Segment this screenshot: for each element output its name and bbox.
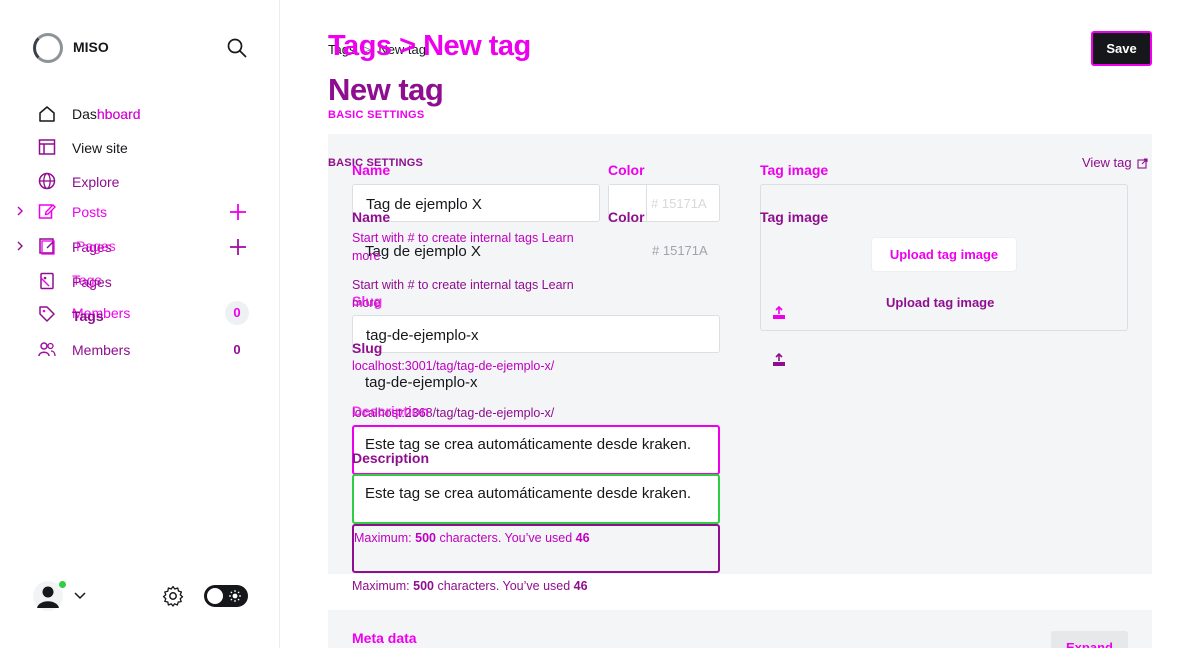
slug-label: Slug xyxy=(352,340,383,356)
nav-item-posts[interactable]: Posts xyxy=(36,200,216,224)
description-label-ghost: Description xyxy=(352,403,430,419)
color-value-ghost: # 15171A xyxy=(651,196,707,211)
nav-label-explore: Explore xyxy=(72,174,120,190)
breadcrumb-ghost: Tags > New tag xyxy=(328,30,531,62)
pencil-icon xyxy=(38,202,56,220)
name-label: Name xyxy=(352,209,391,225)
external-link-icon xyxy=(1137,158,1148,169)
nav-item-explore[interactable]: Explore xyxy=(36,170,256,194)
page-icon xyxy=(38,237,56,255)
name-help: Start with # to create internal tags Lea… xyxy=(352,278,574,310)
theme-toggle[interactable] xyxy=(204,585,248,607)
slug-label-ghost: Slug xyxy=(352,293,383,309)
app-root: MISO Dashboard hboard View site Explore … xyxy=(0,0,1200,648)
add-post-plus-icon[interactable] xyxy=(229,203,247,221)
color-value[interactable]: # 15171A xyxy=(652,243,708,258)
name-label-ghost: Name xyxy=(352,162,391,178)
online-status-dot xyxy=(58,580,67,589)
avatar[interactable] xyxy=(32,580,67,612)
description-value: Este tag se crea automáticamente desde k… xyxy=(365,485,692,502)
nav-item-pages[interactable]: Pages Pages xyxy=(36,235,216,259)
nav-label-view-site: View site xyxy=(72,140,128,156)
sun-icon xyxy=(229,590,241,602)
nav-label-tags: Tags xyxy=(72,308,104,324)
upload-icon-ghost xyxy=(772,306,786,320)
sidebar: MISO Dashboard hboard View site Explore … xyxy=(0,0,280,648)
description-label: Description xyxy=(352,450,430,466)
home-icon xyxy=(38,105,56,123)
view-tag-link[interactable]: View tag xyxy=(1082,155,1148,170)
members-count-ghost: 0 xyxy=(233,305,241,320)
name-help-ghost: Start with # to create internal tags Lea… xyxy=(352,231,574,263)
search-icon[interactable] xyxy=(226,37,248,59)
members-count: 0 xyxy=(233,342,241,357)
slug-url-a: localhost:3001/tag/tag-de-ejemplo-x/ xyxy=(352,359,555,373)
upload-tag-image-button[interactable]: Upload tag image xyxy=(886,295,994,310)
globe-icon xyxy=(38,172,56,190)
users-icon xyxy=(38,341,56,357)
tag-image-label-ghost: Tag image xyxy=(760,162,829,178)
meta-data-panel xyxy=(328,610,1152,648)
tag-icon xyxy=(38,305,56,323)
nav-label-members: Members xyxy=(72,342,131,358)
description-help-ghost: Maximum: 500 characters. You’ve used 46 xyxy=(354,531,590,545)
color-label: Color xyxy=(608,209,645,225)
nav-item-members[interactable]: Members 0 xyxy=(36,338,256,362)
upload-tag-image-button-ghost[interactable]: Upload tag image xyxy=(871,237,1017,272)
section-label-ghost: BASIC SETTINGS xyxy=(328,109,425,121)
nav-item-tags[interactable]: Tags Pages xyxy=(36,270,216,294)
upload-icon xyxy=(772,353,786,367)
nav-label-pages-ghost: Pages xyxy=(76,238,116,254)
description-help: Maximum: 500 characters. You’ve used 46 xyxy=(352,579,588,593)
meta-data-label: Meta data xyxy=(352,630,417,646)
tag-icon xyxy=(38,272,56,290)
nav-label-dashboard-overlay: hboard xyxy=(97,106,141,122)
page-title: New tag xyxy=(328,72,444,107)
site-title[interactable]: MISO xyxy=(73,39,109,55)
save-button[interactable]: Save xyxy=(1091,31,1152,66)
nav-item-dashboard[interactable]: Dashboard hboard xyxy=(36,102,256,126)
chevron-down-icon[interactable] xyxy=(74,591,86,601)
tag-image-label: Tag image xyxy=(760,209,829,225)
nav-item-view-site[interactable]: View site xyxy=(36,136,256,160)
color-label-ghost: Color xyxy=(608,162,645,178)
nav-item-members-ghost[interactable]: Members Tags 0 xyxy=(36,301,256,327)
description-textarea[interactable]: Este tag se crea automáticamente desde k… xyxy=(352,474,720,524)
nav-label-posts: Posts xyxy=(72,204,108,220)
chevron-right-icon[interactable] xyxy=(15,240,25,252)
gear-icon[interactable] xyxy=(162,585,184,607)
slug-input-ghost[interactable]: tag-de-ejemplo-x xyxy=(352,315,720,353)
add-page-plus-icon[interactable] xyxy=(229,238,247,256)
nav-label-pages-ghost-2: Pages xyxy=(72,274,112,290)
slug-input[interactable]: tag-de-ejemplo-x xyxy=(365,374,478,391)
meta-expand-button[interactable]: Expand xyxy=(1051,631,1128,648)
slug-value-ghost: tag-de-ejemplo-x xyxy=(366,327,479,344)
chevron-right-icon[interactable] xyxy=(15,205,25,217)
site-logo-icon[interactable] xyxy=(33,33,63,63)
window-icon xyxy=(38,138,56,156)
toggle-knob xyxy=(207,588,223,604)
